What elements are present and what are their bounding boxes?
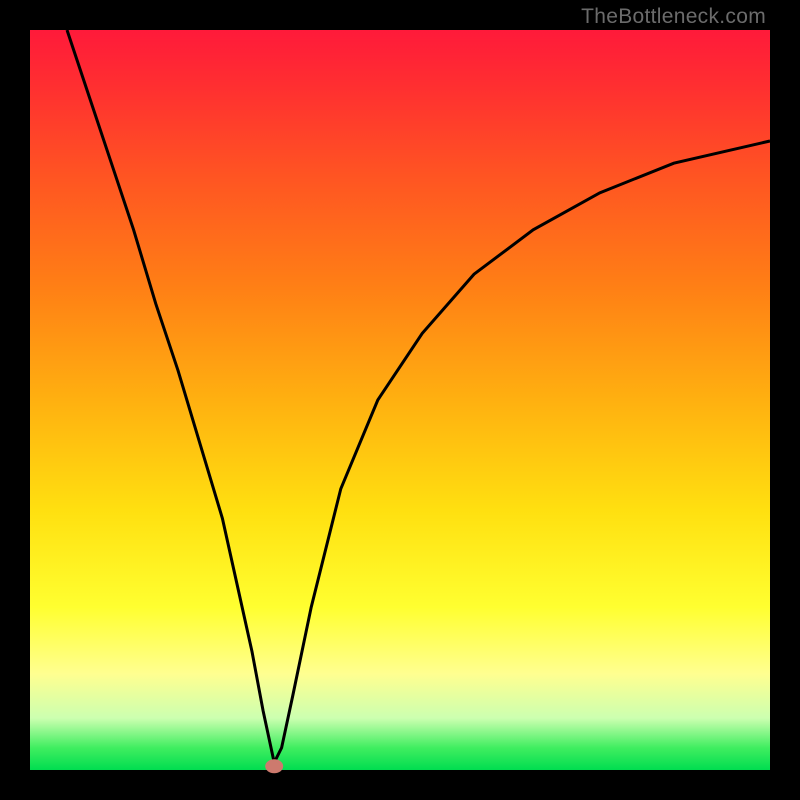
chart-container: TheBottleneck.com <box>0 0 800 800</box>
plot-area <box>30 30 770 770</box>
watermark-text: TheBottleneck.com <box>581 5 766 29</box>
